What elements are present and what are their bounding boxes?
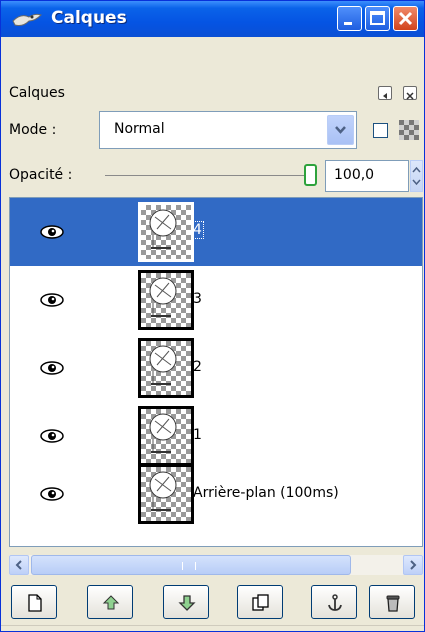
anchor-layer-button[interactable] [311,585,357,619]
layer-thumbnail [138,270,194,330]
chevron-left-icon [15,560,22,570]
maximize-icon [370,11,385,25]
window-title: Calques [51,8,127,28]
close-icon [398,11,413,26]
eye-icon[interactable] [39,292,65,308]
layer-thumbnail [138,406,194,466]
lower-layer-button[interactable] [163,585,209,619]
transparency-checker-icon [399,120,419,140]
layers-list[interactable]: 4 3 2 1 Arrière-plan (100ms) [9,197,423,547]
layer-thumbnail [138,202,194,262]
layer-row[interactable]: Arrière-plan (100ms) [10,460,422,528]
new-layer-button[interactable] [11,585,57,619]
scrollbar-thumb[interactable] [31,555,351,575]
scroll-left-button[interactable] [9,555,29,575]
eye-icon[interactable] [39,428,65,444]
minimize-button[interactable] [337,6,362,31]
anchor-icon [328,594,342,611]
eye-icon[interactable] [39,224,65,240]
duplicate-layer-button[interactable] [237,585,283,619]
opacity-input[interactable]: 100,0 [325,160,409,192]
title-bar[interactable]: Calques [1,1,424,37]
delete-layer-button[interactable] [369,585,415,619]
status-strip [1,625,424,631]
layer-name[interactable]: 3 [193,291,202,307]
new-layer-icon [28,594,42,612]
dock-close-button[interactable] [403,86,417,100]
trash-icon [386,595,400,612]
close-button[interactable] [393,6,418,31]
layer-name[interactable]: 1 [193,427,202,443]
scroll-right-button[interactable] [403,555,423,575]
opacity-spinner[interactable] [410,160,423,192]
keep-transparency-checkbox[interactable] [373,123,388,138]
layer-thumbnail [138,338,194,398]
layer-row[interactable]: 2 [10,334,422,402]
mode-select[interactable]: Normal [99,111,357,149]
eye-icon[interactable] [39,486,65,502]
lower-layer-icon [178,595,196,611]
chevron-right-icon [410,560,417,570]
raise-layer-button[interactable] [87,585,133,619]
duplicate-layer-icon [252,594,269,611]
layer-name[interactable]: Arrière-plan (100ms) [193,485,339,501]
layers-window: Calques Calques Mode : Normal Opacité : … [0,0,425,632]
layer-row[interactable]: 4 [10,198,422,266]
horizontal-scrollbar[interactable] [9,555,423,575]
eye-icon[interactable] [39,360,65,376]
layer-row[interactable]: 3 [10,266,422,334]
maximize-button[interactable] [365,6,390,31]
opacity-label: Opacité : [9,167,73,183]
mode-value: Normal [114,121,165,137]
grip-icon [182,562,196,570]
layer-name[interactable]: 4 [191,221,204,239]
chevron-down-icon [335,126,346,134]
spin-arrows-icon [412,166,421,186]
dock-menu-button[interactable] [378,86,392,100]
raise-layer-icon [102,595,120,610]
opacity-slider-track[interactable] [105,175,305,176]
layer-thumbnail [138,464,194,524]
opacity-slider-handle[interactable] [304,164,317,186]
close-icon [406,92,414,100]
mode-label: Mode : [9,122,57,138]
gimp-icon [12,13,42,26]
triangle-left-icon [383,93,387,99]
minimize-icon [344,22,352,25]
layer-name[interactable]: 2 [193,359,202,375]
opacity-value: 100,0 [334,167,375,183]
dock-title: Calques [9,85,65,101]
dropdown-arrow-button[interactable] [327,115,354,145]
